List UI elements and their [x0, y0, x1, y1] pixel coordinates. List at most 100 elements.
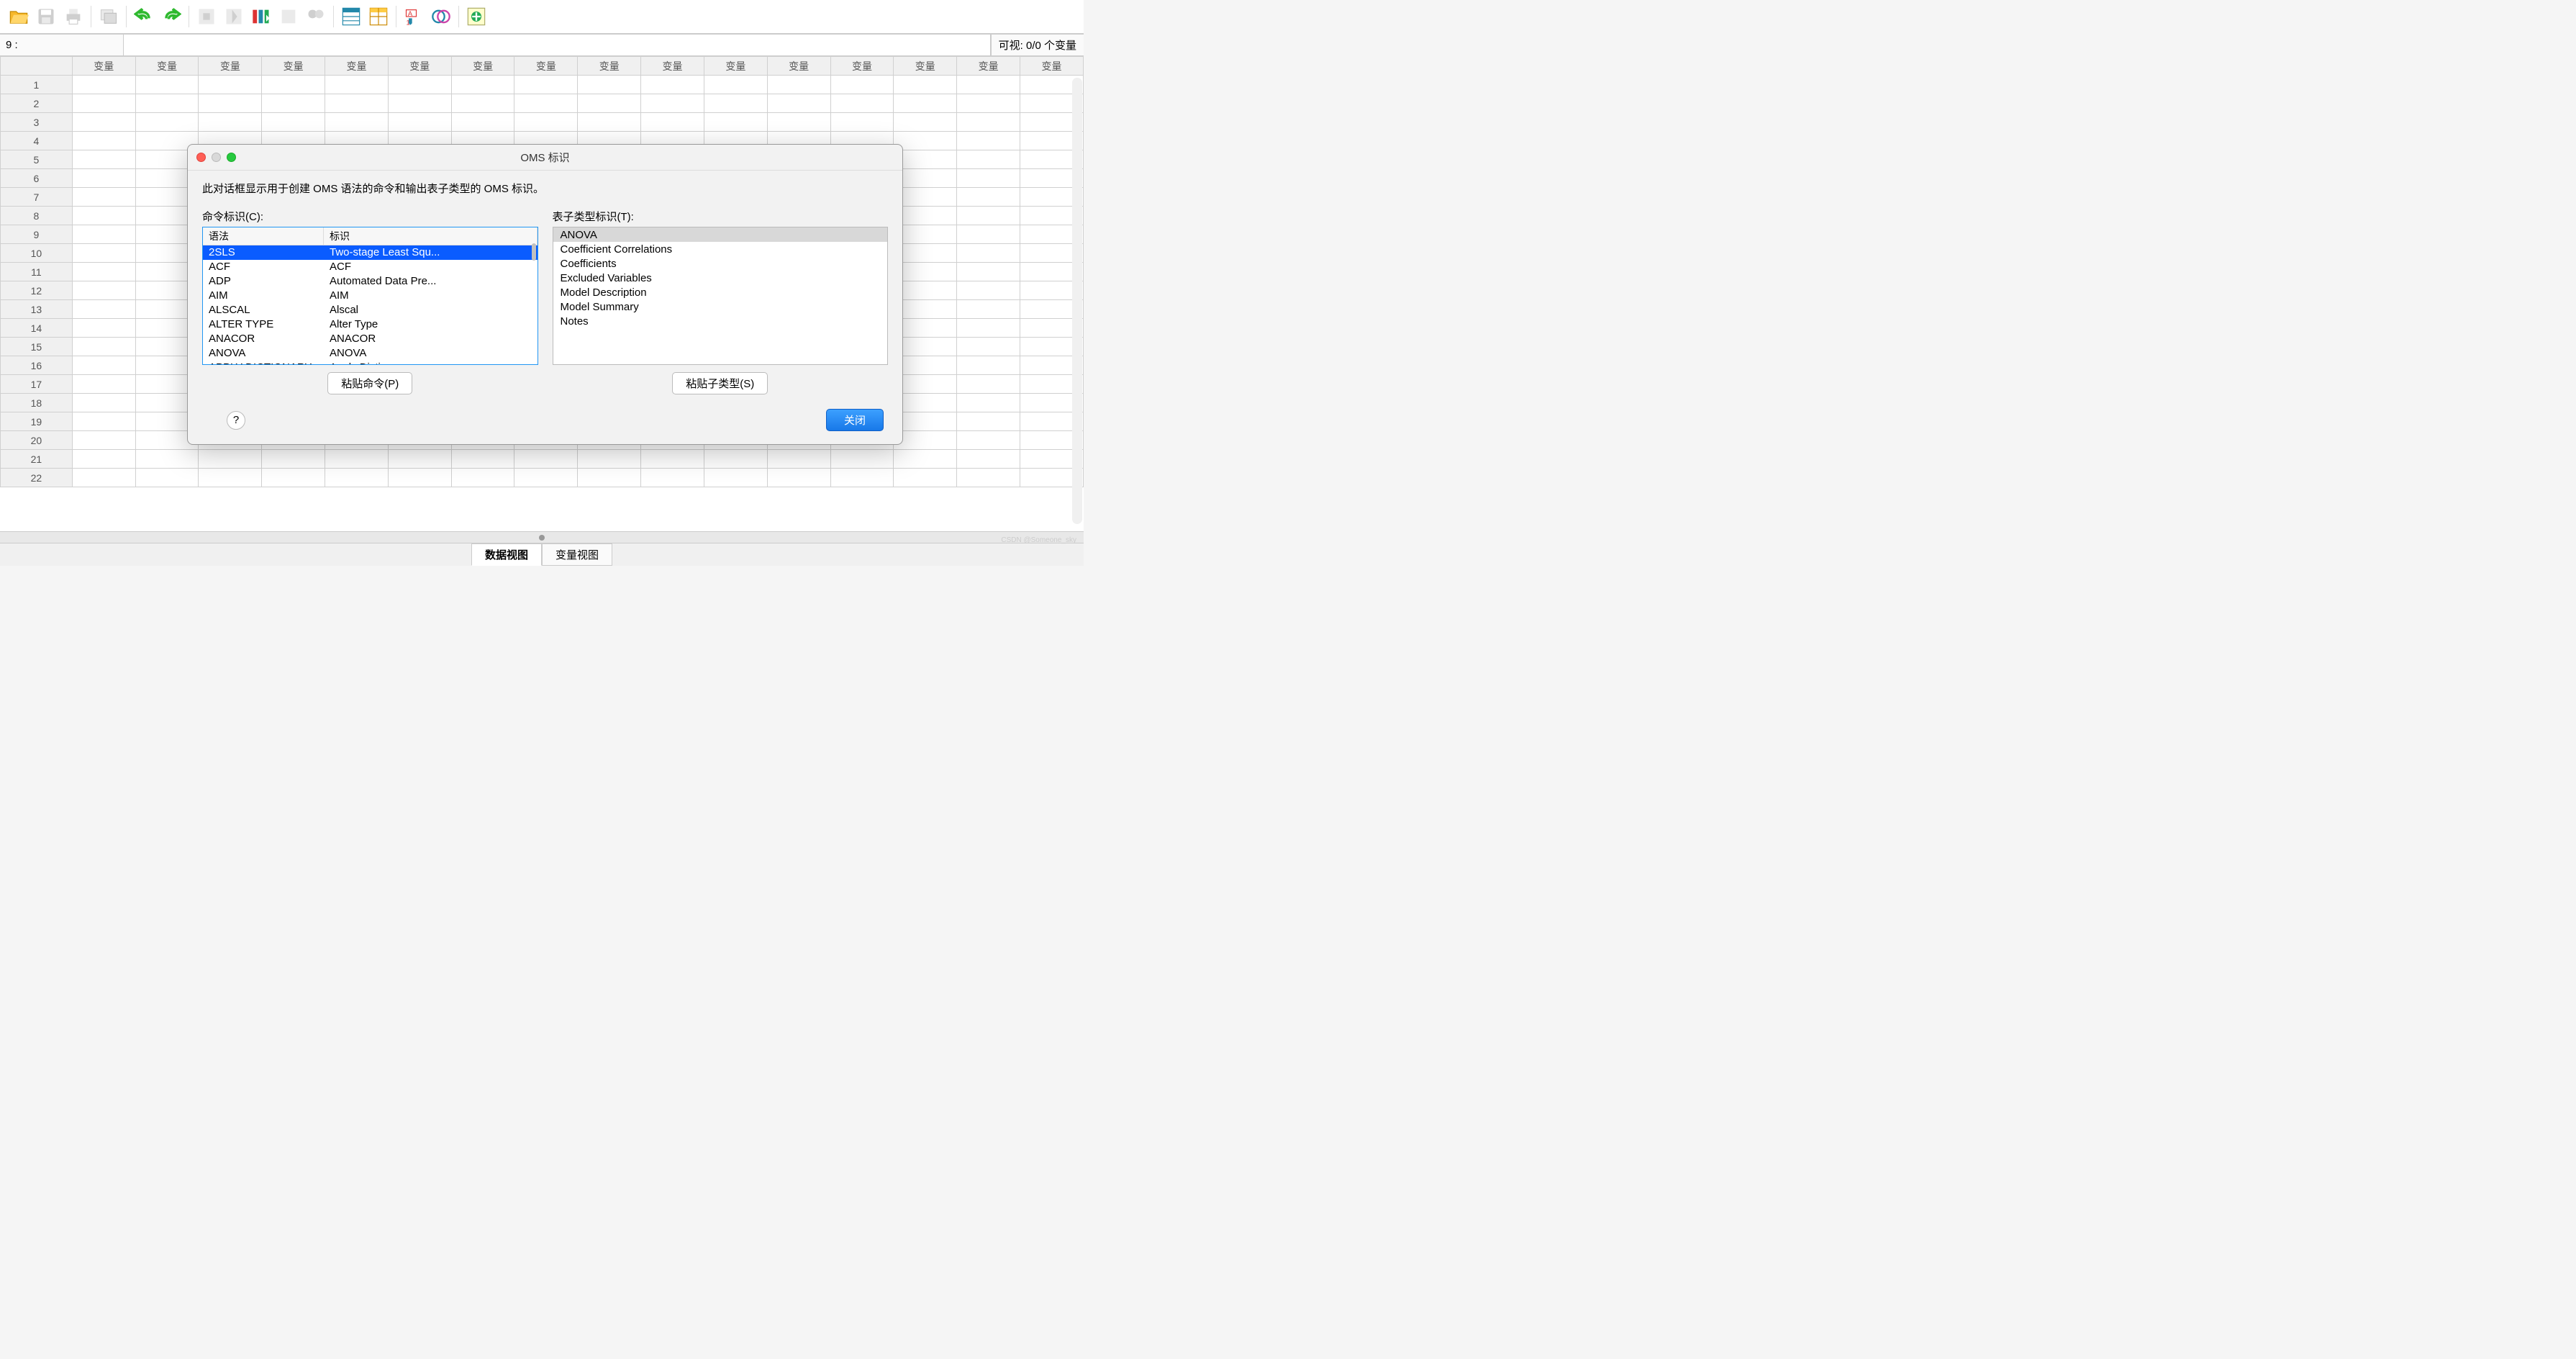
data-cell[interactable] [72, 244, 135, 263]
data-cell[interactable] [957, 94, 1020, 113]
data-cell[interactable] [135, 469, 199, 487]
data-cell[interactable] [641, 76, 704, 94]
data-cell[interactable] [72, 356, 135, 375]
data-cell[interactable] [514, 76, 578, 94]
command-list-row[interactable]: ADPAutomated Data Pre... [203, 274, 538, 289]
row-header[interactable]: 16 [1, 356, 73, 375]
subtype-list-row[interactable]: Notes [553, 314, 888, 328]
row-header[interactable]: 15 [1, 338, 73, 356]
data-cell[interactable] [388, 76, 451, 94]
data-cell[interactable] [72, 225, 135, 244]
data-cell[interactable] [514, 94, 578, 113]
data-cell[interactable] [957, 356, 1020, 375]
data-cell[interactable] [72, 412, 135, 431]
find-icon[interactable] [303, 4, 329, 30]
data-cell[interactable] [894, 450, 957, 469]
command-list-row[interactable]: ALSCALAlscal [203, 303, 538, 317]
data-cell[interactable] [894, 356, 957, 375]
column-header[interactable]: 变量 [1020, 57, 1083, 76]
row-header[interactable]: 6 [1, 169, 73, 188]
data-cell[interactable] [894, 132, 957, 150]
data-cell[interactable] [72, 338, 135, 356]
data-cell[interactable] [894, 244, 957, 263]
paste-commands-button[interactable]: 粘贴命令(P) [327, 372, 412, 394]
command-list-row[interactable]: APPLY DICTIONARYApply Dictionary [203, 361, 538, 365]
data-cell[interactable] [894, 188, 957, 207]
data-cell[interactable] [957, 281, 1020, 300]
data-cell[interactable] [72, 207, 135, 225]
data-cell[interactable] [894, 113, 957, 132]
cell-value-input[interactable] [124, 35, 991, 55]
data-cell[interactable] [325, 113, 389, 132]
data-cell[interactable] [325, 94, 389, 113]
data-cell[interactable] [578, 450, 641, 469]
vertical-scrollbar[interactable] [1072, 78, 1082, 524]
row-header[interactable]: 8 [1, 207, 73, 225]
command-list-row[interactable]: ACFACF [203, 260, 538, 274]
undo-icon[interactable] [131, 4, 157, 30]
column-header[interactable]: 变量 [325, 57, 389, 76]
command-list-row[interactable]: 2SLSTwo-stage Least Squ... [203, 245, 538, 260]
data-cell[interactable] [957, 150, 1020, 169]
column-header[interactable]: 变量 [135, 57, 199, 76]
data-cell[interactable] [957, 225, 1020, 244]
data-cell[interactable] [451, 450, 514, 469]
data-cell[interactable] [72, 132, 135, 150]
data-cell[interactable] [135, 94, 199, 113]
data-cell[interactable] [641, 450, 704, 469]
data-cell[interactable] [704, 450, 767, 469]
data-cell[interactable] [388, 450, 451, 469]
data-cell[interactable] [894, 150, 957, 169]
column-header[interactable]: 变量 [957, 57, 1020, 76]
help-button[interactable]: ? [227, 411, 245, 430]
data-cell[interactable] [262, 94, 325, 113]
row-header[interactable]: 21 [1, 450, 73, 469]
column-header-identifier[interactable]: 标识 [324, 227, 538, 245]
variables-icon[interactable] [248, 4, 274, 30]
data-cell[interactable] [72, 94, 135, 113]
data-cell[interactable] [957, 469, 1020, 487]
data-cell[interactable] [262, 76, 325, 94]
data-cell[interactable] [704, 469, 767, 487]
row-header[interactable]: 11 [1, 263, 73, 281]
data-cell[interactable] [72, 263, 135, 281]
data-cell[interactable] [72, 300, 135, 319]
data-cell[interactable] [578, 94, 641, 113]
command-identifiers-list[interactable]: 语法 标识 2SLSTwo-stage Least Squ...ACFACFAD… [202, 227, 538, 365]
close-button[interactable]: 关闭 [826, 409, 884, 431]
data-cell[interactable] [72, 431, 135, 450]
data-cell[interactable] [957, 375, 1020, 394]
data-cell[interactable] [135, 76, 199, 94]
row-header[interactable]: 13 [1, 300, 73, 319]
data-cell[interactable] [894, 281, 957, 300]
data-cell[interactable] [72, 169, 135, 188]
data-cell[interactable] [704, 94, 767, 113]
row-header[interactable]: 18 [1, 394, 73, 412]
command-list-row[interactable]: ANACORANACOR [203, 332, 538, 346]
data-cell[interactable] [894, 76, 957, 94]
column-header[interactable]: 变量 [830, 57, 894, 76]
data-cell[interactable] [72, 394, 135, 412]
data-cell[interactable] [325, 76, 389, 94]
column-header[interactable]: 变量 [199, 57, 262, 76]
data-cell[interactable] [957, 169, 1020, 188]
data-cell[interactable] [830, 113, 894, 132]
maximize-window-icon[interactable] [227, 153, 236, 162]
data-cell[interactable] [894, 225, 957, 244]
command-list-row[interactable]: ALTER TYPEAlter Type [203, 317, 538, 332]
subtype-list-row[interactable]: Model Description [553, 285, 888, 299]
data-cell[interactable] [957, 412, 1020, 431]
data-cell[interactable] [72, 450, 135, 469]
data-cell[interactable] [578, 76, 641, 94]
command-list-row[interactable]: AIMAIM [203, 289, 538, 303]
row-header[interactable]: 1 [1, 76, 73, 94]
row-header[interactable]: 10 [1, 244, 73, 263]
data-cell[interactable] [894, 94, 957, 113]
data-cell[interactable] [72, 469, 135, 487]
data-cell[interactable] [451, 76, 514, 94]
data-cell[interactable] [767, 469, 830, 487]
column-header[interactable]: 变量 [262, 57, 325, 76]
row-header[interactable]: 19 [1, 412, 73, 431]
data-cell[interactable] [325, 469, 389, 487]
weight-cases-icon[interactable] [366, 4, 391, 30]
